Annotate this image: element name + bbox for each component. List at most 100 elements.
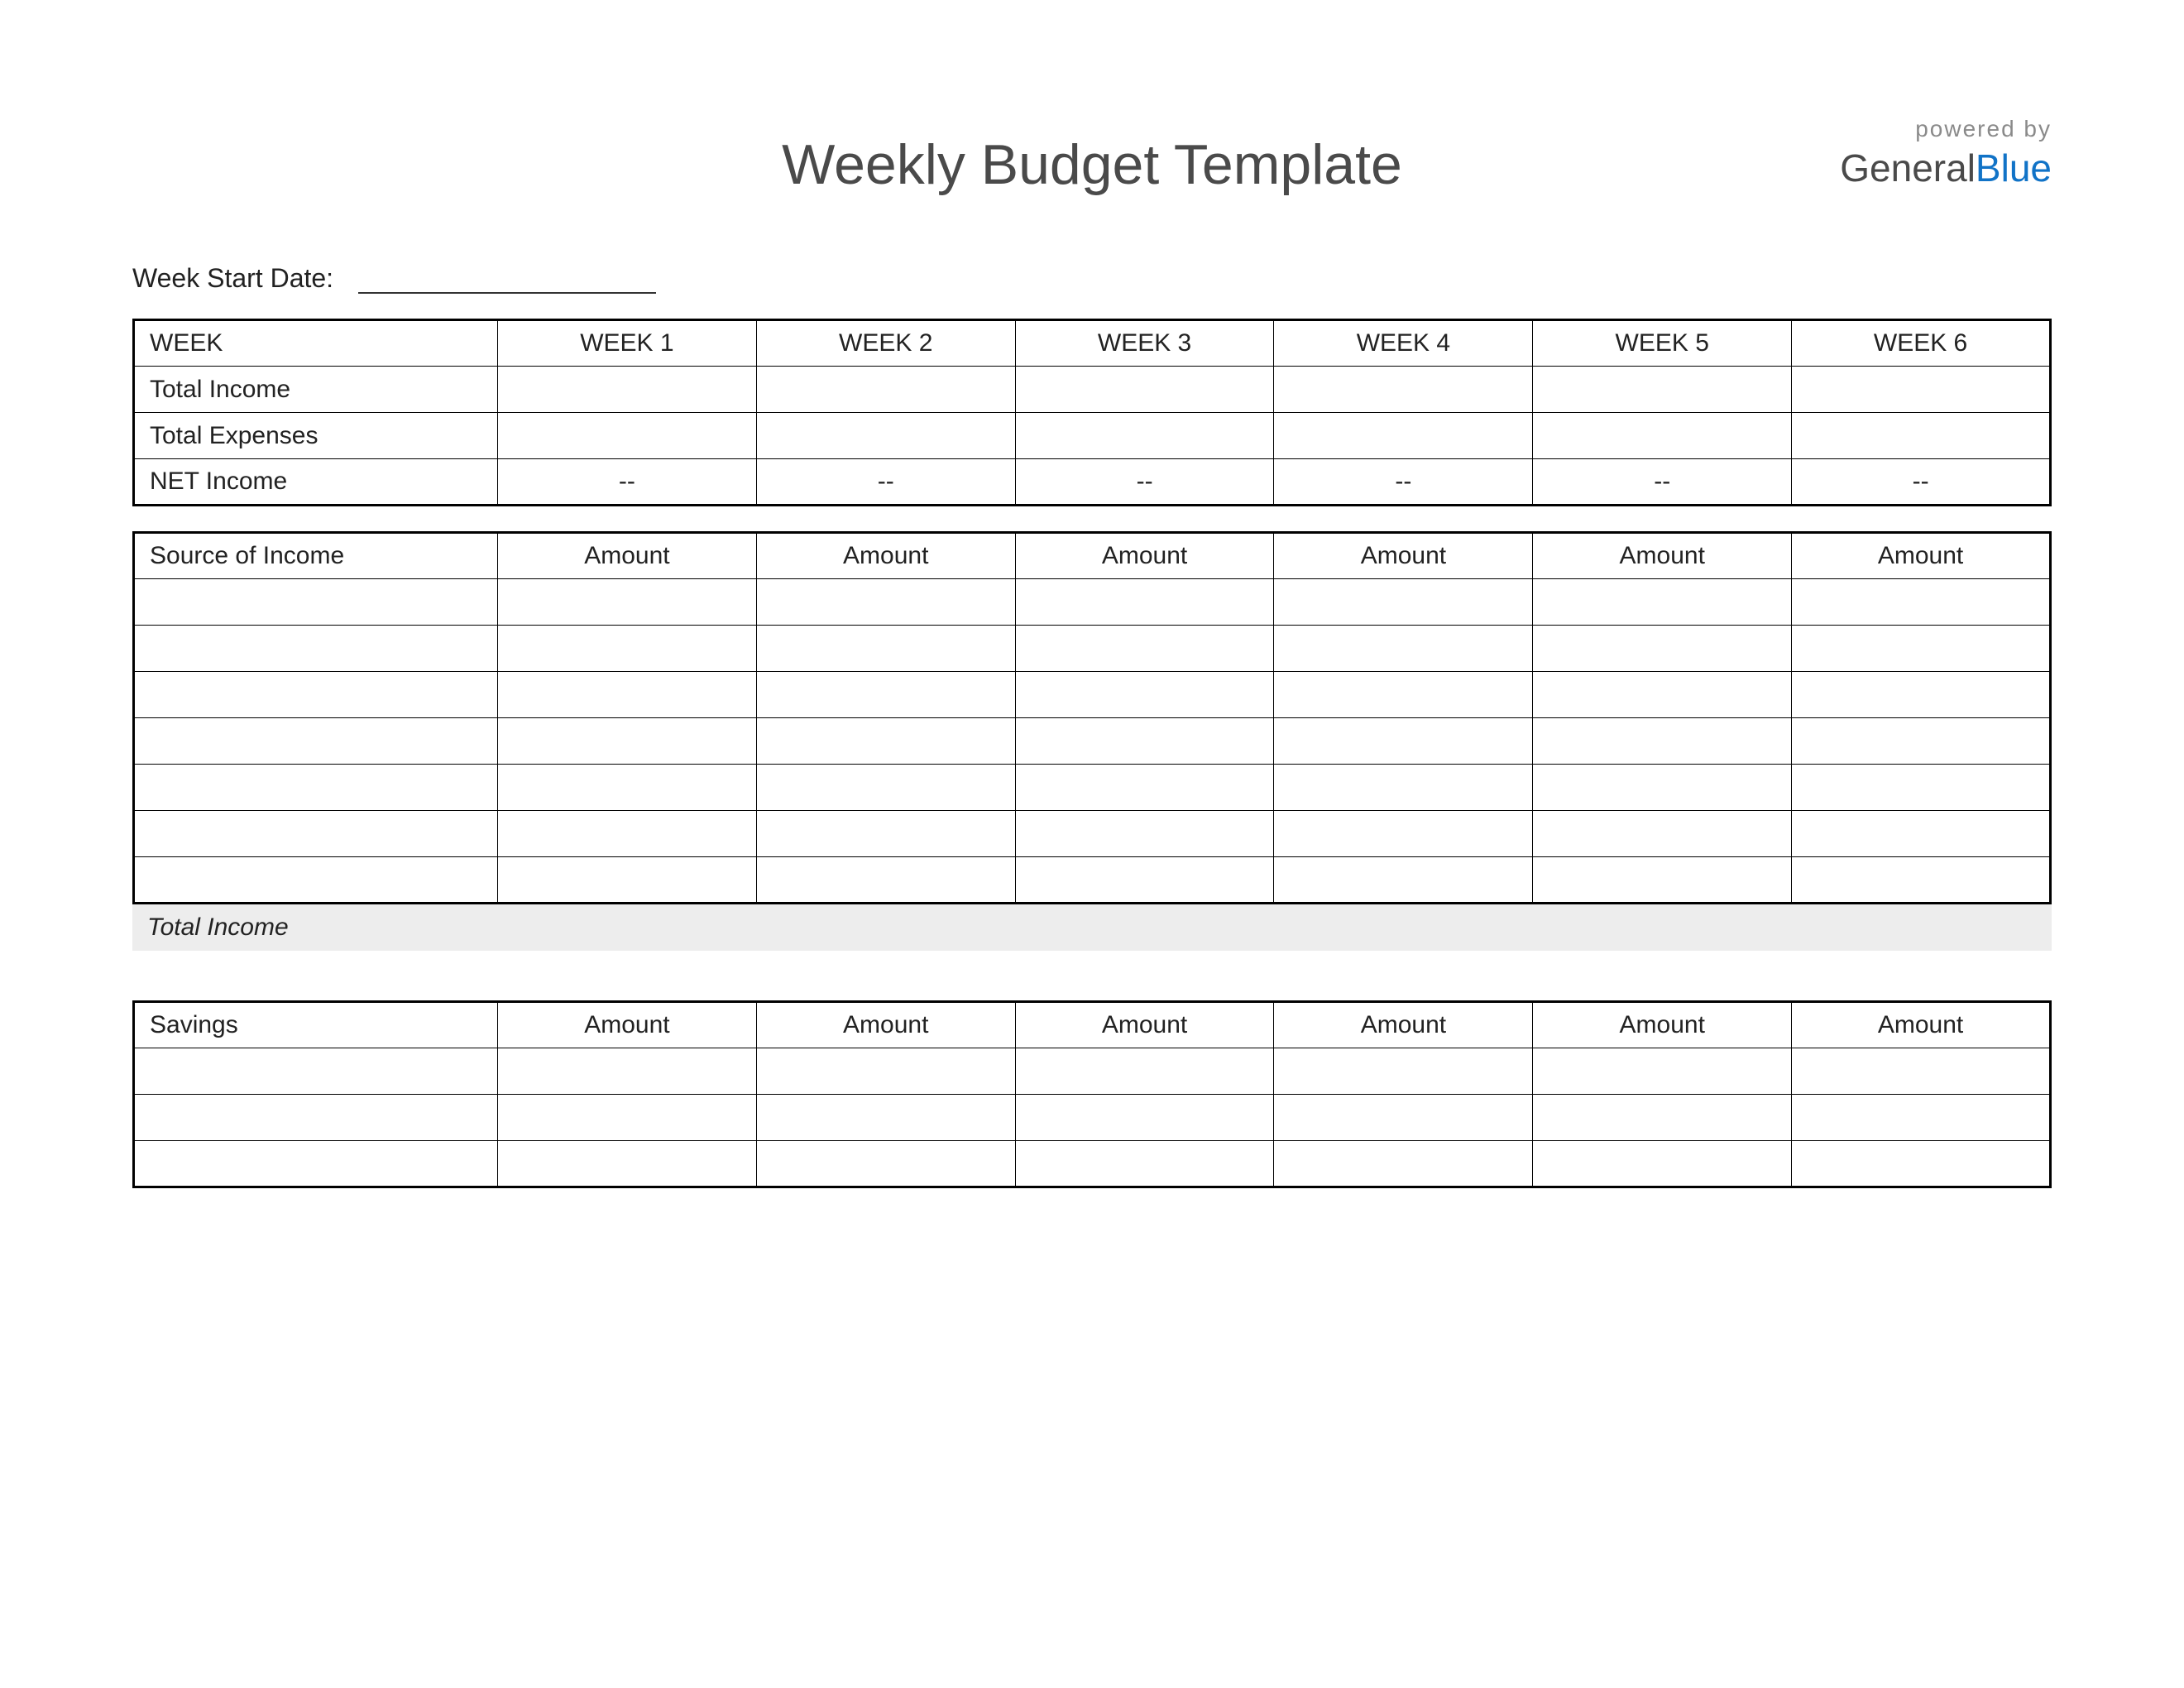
cell[interactable] — [1274, 579, 1533, 626]
cell[interactable] — [1533, 811, 1792, 857]
cell[interactable] — [1792, 1141, 2051, 1187]
cell[interactable] — [1792, 1048, 2051, 1095]
cell[interactable] — [1015, 811, 1274, 857]
powered-by-label: powered by — [1840, 116, 2052, 142]
cell[interactable] — [1274, 626, 1533, 672]
cell[interactable] — [1533, 718, 1792, 765]
cell[interactable] — [498, 367, 757, 413]
cell[interactable] — [1533, 579, 1792, 626]
cell[interactable] — [1792, 811, 2051, 857]
cell — [755, 904, 1014, 951]
cell[interactable] — [1015, 765, 1274, 811]
cell[interactable] — [134, 718, 498, 765]
cell[interactable] — [1792, 1095, 2051, 1141]
cell[interactable] — [498, 765, 757, 811]
cell[interactable] — [1792, 718, 2051, 765]
income-header-cell: Source of Income — [134, 533, 498, 579]
cell[interactable] — [1792, 672, 2051, 718]
cell[interactable] — [1533, 413, 1792, 459]
cell[interactable] — [498, 857, 757, 904]
cell[interactable] — [1274, 413, 1533, 459]
income-total-row: Total Income — [132, 904, 2052, 951]
cell[interactable] — [134, 626, 498, 672]
cell[interactable] — [1015, 413, 1274, 459]
cell[interactable] — [498, 1048, 757, 1095]
income-row — [134, 579, 2051, 626]
summary-header-cell: WEEK 5 — [1533, 320, 1792, 367]
summary-header-cell: WEEK 2 — [756, 320, 1015, 367]
cell[interactable] — [1015, 367, 1274, 413]
cell[interactable] — [1533, 1095, 1792, 1141]
cell[interactable] — [1792, 579, 2051, 626]
cell[interactable] — [756, 811, 1015, 857]
summary-header-cell: WEEK 3 — [1015, 320, 1274, 367]
cell[interactable] — [756, 718, 1015, 765]
cell[interactable] — [134, 579, 498, 626]
cell[interactable] — [756, 579, 1015, 626]
cell[interactable] — [1533, 857, 1792, 904]
cell[interactable] — [756, 367, 1015, 413]
cell[interactable] — [134, 811, 498, 857]
week-start-date-input[interactable] — [358, 264, 656, 294]
cell[interactable] — [1274, 1141, 1533, 1187]
cell[interactable] — [1274, 765, 1533, 811]
income-total-label: Total Income — [132, 904, 496, 951]
cell[interactable] — [134, 1141, 498, 1187]
cell[interactable] — [134, 1095, 498, 1141]
cell[interactable] — [1015, 718, 1274, 765]
cell[interactable] — [1533, 626, 1792, 672]
cell[interactable] — [756, 413, 1015, 459]
cell[interactable] — [1533, 765, 1792, 811]
savings-row — [134, 1095, 2051, 1141]
cell[interactable] — [1533, 672, 1792, 718]
cell[interactable] — [1274, 718, 1533, 765]
savings-header-cell: Savings — [134, 1002, 498, 1048]
cell[interactable] — [1274, 1048, 1533, 1095]
week-start-date-row: Week Start Date: — [132, 263, 2052, 294]
cell[interactable] — [498, 579, 757, 626]
cell[interactable] — [1015, 1048, 1274, 1095]
cell[interactable] — [756, 626, 1015, 672]
cell[interactable] — [1015, 579, 1274, 626]
cell[interactable] — [134, 672, 498, 718]
cell[interactable] — [1274, 367, 1533, 413]
cell[interactable] — [1015, 672, 1274, 718]
cell[interactable] — [1533, 367, 1792, 413]
cell[interactable] — [1015, 626, 1274, 672]
cell[interactable] — [134, 1048, 498, 1095]
cell[interactable] — [1533, 1048, 1792, 1095]
cell[interactable] — [1792, 765, 2051, 811]
cell[interactable] — [1015, 1141, 1274, 1187]
cell[interactable] — [1274, 672, 1533, 718]
cell[interactable] — [1015, 857, 1274, 904]
cell[interactable] — [498, 1141, 757, 1187]
cell[interactable] — [1792, 413, 2051, 459]
cell[interactable] — [1792, 857, 2051, 904]
cell[interactable] — [756, 857, 1015, 904]
cell[interactable] — [498, 718, 757, 765]
cell[interactable] — [134, 765, 498, 811]
cell[interactable] — [756, 1048, 1015, 1095]
cell[interactable] — [498, 672, 757, 718]
cell[interactable] — [1015, 1095, 1274, 1141]
savings-header-row: Savings Amount Amount Amount Amount Amou… — [134, 1002, 2051, 1048]
cell[interactable] — [756, 765, 1015, 811]
cell[interactable] — [1792, 367, 2051, 413]
cell[interactable] — [498, 413, 757, 459]
cell[interactable] — [498, 626, 757, 672]
cell — [1274, 904, 1533, 951]
cell[interactable] — [134, 857, 498, 904]
savings-row — [134, 1141, 2051, 1187]
cell[interactable] — [1533, 1141, 1792, 1187]
cell[interactable] — [756, 1141, 1015, 1187]
cell[interactable] — [1792, 626, 2051, 672]
cell[interactable] — [756, 1095, 1015, 1141]
cell[interactable] — [498, 811, 757, 857]
cell[interactable] — [756, 672, 1015, 718]
cell[interactable] — [1274, 811, 1533, 857]
cell[interactable] — [1274, 1095, 1533, 1141]
summary-row-net-income: NET Income -- -- -- -- -- -- — [134, 459, 2051, 506]
cell[interactable] — [1274, 857, 1533, 904]
budget-template-page: Weekly Budget Template powered by Genera… — [0, 0, 2184, 1688]
cell[interactable] — [498, 1095, 757, 1141]
